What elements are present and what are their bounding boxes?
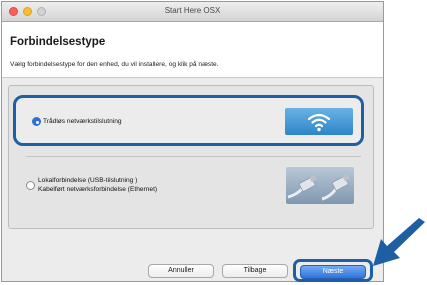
instruction-text: Vælg forbindelsestype for den enhed, du … [10, 61, 219, 68]
window-title: Start Here OSX [164, 6, 221, 15]
radio-wireless[interactable] [32, 117, 41, 126]
wifi-icon [285, 108, 353, 135]
option-ethernet-label[interactable]: Kabelført netværksforbindelse (Ethernet) [38, 186, 157, 193]
next-button[interactable]: Næste [300, 265, 366, 279]
pointer-arrow-icon [373, 218, 425, 266]
page-title: Forbindelsestype [10, 36, 106, 48]
back-button[interactable]: Tilbage [222, 264, 288, 278]
option-usb-label[interactable]: Lokalforbindelse (USB-tilslutning ) [38, 177, 137, 184]
radio-wired[interactable] [26, 181, 35, 190]
options-divider [26, 156, 361, 157]
option-wireless-label[interactable]: Trådløs netværkstilslutning [43, 118, 122, 125]
cancel-button[interactable]: Annuller [148, 264, 214, 278]
page-header: Forbindelsestype Vælg forbindelsestype f… [2, 22, 383, 78]
title-bar: Start Here OSX [2, 2, 383, 22]
cable-icon [286, 167, 354, 204]
